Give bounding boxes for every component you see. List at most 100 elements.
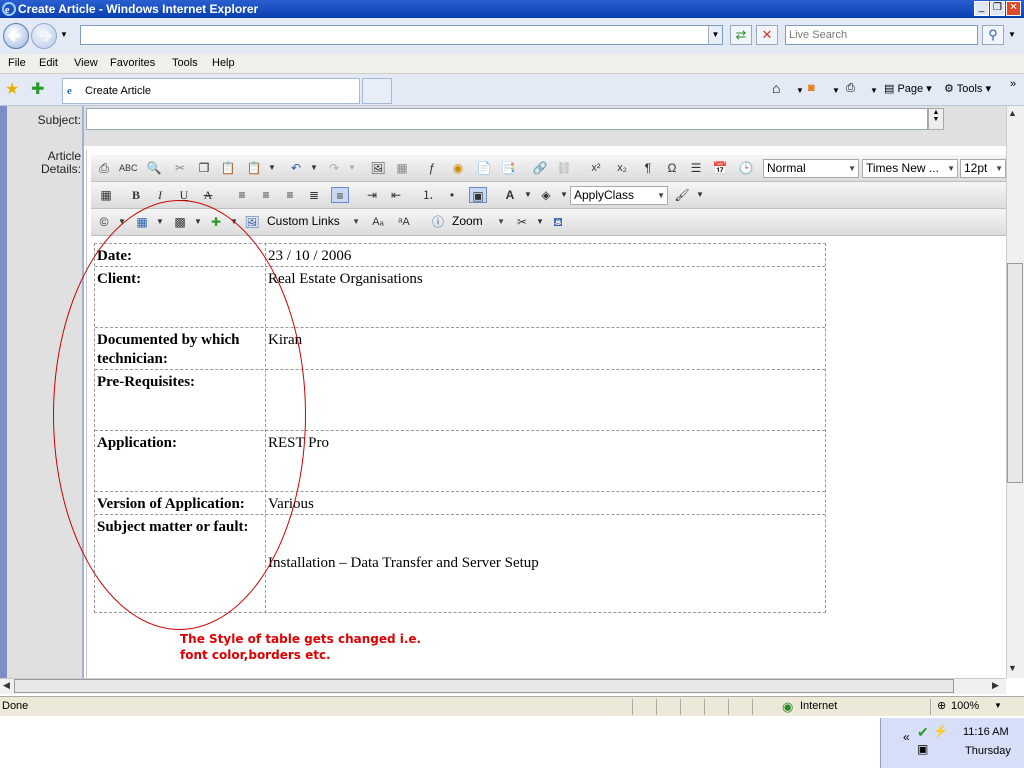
format-stripper-icon[interactable]: 🖌	[673, 187, 691, 203]
back-button[interactable]	[3, 23, 29, 49]
print-dropdown-icon[interactable]: ▼	[870, 86, 878, 95]
help-icon[interactable]: ⓘ	[429, 214, 447, 230]
outdent-icon[interactable]: ⇤	[387, 187, 405, 203]
undo-icon[interactable]: ↶	[287, 160, 305, 176]
insert-date-icon[interactable]: 📅	[711, 160, 729, 176]
menu-edit[interactable]: Edit	[39, 57, 58, 69]
history-dropdown-icon[interactable]: ▼	[60, 30, 68, 39]
tab-create-article[interactable]: e Create Article	[62, 78, 360, 104]
insert-paragraph-icon[interactable]: ¶	[639, 160, 657, 176]
chevron-more-icon[interactable]: »	[1010, 78, 1016, 90]
scroll-up-icon[interactable]: ▲	[1008, 108, 1017, 118]
zoom-level[interactable]: 100%	[951, 700, 979, 712]
home-dropdown-icon[interactable]: ▼	[796, 86, 804, 95]
redo-icon[interactable]: ↷	[325, 160, 343, 176]
font-name-dropdown[interactable]: Times New ... ▼	[862, 159, 958, 178]
print-icon[interactable]: ⎙	[846, 82, 855, 95]
paragraph-style-dropdown[interactable]: Normal ▼	[763, 159, 859, 178]
scroll-down-icon[interactable]: ▼	[1008, 663, 1017, 673]
zoom-dropdown[interactable]: Zoom ▼	[449, 213, 507, 232]
menu-view[interactable]: View	[74, 57, 98, 69]
minimize-button[interactable]: _	[974, 1, 989, 16]
menu-help[interactable]: Help	[212, 57, 235, 69]
find-icon[interactable]: 🔍	[145, 160, 163, 176]
custom-links-icon[interactable]: 🖼	[243, 214, 261, 230]
back-color-icon[interactable]: ◈	[537, 187, 555, 203]
bulleted-list-icon[interactable]: •	[443, 187, 461, 203]
tray-expand-icon[interactable]: «	[903, 730, 910, 744]
insert-image-icon[interactable]: ▣	[469, 187, 487, 203]
row-value-application[interactable]: REST Pro	[268, 434, 823, 453]
scroll-left-icon[interactable]: ◀	[3, 680, 10, 691]
strikethrough-button[interactable]: A	[199, 187, 217, 203]
apply-class-dropdown[interactable]: ApplyClass ▼	[570, 186, 668, 205]
custom-links-dropdown[interactable]: Custom Links ▼	[264, 213, 362, 232]
security-shield-icon[interactable]: ✔	[917, 724, 929, 741]
undo-dropdown-icon[interactable]: ▼	[305, 160, 323, 176]
favorites-star-icon[interactable]: ★	[5, 79, 19, 99]
spellcheck-icon[interactable]: ABC	[119, 160, 138, 176]
forward-button[interactable]	[31, 23, 57, 49]
module-manager-icon[interactable]: ✂	[513, 214, 531, 230]
zoom-dropdown-icon[interactable]: ▼	[994, 701, 1002, 710]
align-right-icon[interactable]: ≡	[281, 187, 299, 203]
bold-button[interactable]: B	[127, 187, 145, 203]
feeds-dropdown-icon[interactable]: ▼	[832, 86, 840, 95]
search-input[interactable]: Live Search	[785, 25, 978, 45]
network-icon[interactable]: ⚡	[933, 724, 948, 738]
align-center-icon[interactable]: ≡	[257, 187, 275, 203]
template-manager-icon[interactable]: 📑	[499, 160, 517, 176]
page-menu-button[interactable]: ▤ Page ▾	[884, 82, 932, 95]
module-dropdown-icon[interactable]: ▼	[531, 214, 549, 230]
image-map-icon[interactable]: ▦	[393, 160, 411, 176]
display-icon[interactable]: ▣	[917, 742, 928, 756]
add-favorite-icon[interactable]: ✚	[31, 79, 44, 99]
new-tab-button[interactable]	[362, 78, 392, 104]
stop-button[interactable]: ✕	[756, 25, 778, 45]
copy-icon[interactable]: ❐	[195, 160, 213, 176]
hyperlink-icon[interactable]: 🔗	[531, 160, 549, 176]
convert-to-upper-icon[interactable]: Aₐ	[369, 214, 387, 230]
select-all-icon[interactable]: ▦	[97, 187, 115, 203]
refresh-button[interactable]: ⇄	[730, 25, 752, 45]
tools-menu-button[interactable]: ⚙ Tools ▾	[944, 82, 991, 95]
vertical-scroll-thumb[interactable]	[1007, 263, 1023, 483]
fore-color-icon[interactable]: A	[501, 187, 519, 203]
align-left-icon[interactable]: ≡	[233, 187, 251, 203]
redo-dropdown-icon[interactable]: ▼	[343, 160, 361, 176]
superscript-icon[interactable]: x²	[587, 160, 605, 176]
search-icon[interactable]: ⚲	[982, 25, 1004, 45]
image-manager-icon[interactable]: 🖼	[369, 160, 387, 176]
insert-list-icon[interactable]: ☰	[687, 160, 705, 176]
search-options-icon[interactable]: ▼	[1008, 30, 1016, 39]
format-stripper-dropdown-icon[interactable]: ▼	[691, 187, 709, 203]
numbered-list-icon[interactable]: ⒈	[419, 187, 437, 203]
zoom-icon[interactable]: ⊕	[937, 699, 946, 712]
restore-button[interactable]: ❐	[990, 1, 1005, 16]
paste-icon[interactable]: 📋	[219, 160, 237, 176]
paste-special-icon[interactable]: 📋	[245, 160, 263, 176]
address-dropdown-icon[interactable]: ▼	[708, 26, 722, 44]
address-bar-input[interactable]: ▼	[80, 25, 723, 45]
insert-symbol-icon[interactable]: Ω	[663, 160, 681, 176]
indent-icon[interactable]: ⇥	[363, 187, 381, 203]
justify-icon[interactable]: ≣	[305, 187, 323, 203]
cut-icon[interactable]: ✂	[171, 160, 189, 176]
toggle-screen-icon[interactable]: ⛾	[549, 214, 567, 230]
close-window-button[interactable]: ✕	[1006, 1, 1021, 16]
row-value-subject-matter[interactable]: Installation – Data Transfer and Server …	[268, 554, 823, 573]
feeds-icon[interactable]: ◙	[808, 82, 815, 94]
row-value-date[interactable]: 23 / 10 / 2006	[268, 247, 823, 266]
insert-time-icon[interactable]: 🕒	[737, 160, 755, 176]
fore-color-dropdown-icon[interactable]: ▼	[519, 187, 537, 203]
menu-file[interactable]: File	[8, 57, 26, 69]
menu-favorites[interactable]: Favorites	[110, 57, 155, 69]
media-manager-icon[interactable]: ◉	[449, 160, 467, 176]
home-icon[interactable]: ⌂	[772, 80, 780, 96]
paste-dropdown-icon[interactable]: ▼	[263, 160, 281, 176]
row-value-technician[interactable]: Kiran	[268, 331, 823, 350]
font-size-dropdown[interactable]: 12pt ▼	[960, 159, 1006, 178]
horizontal-scroll-thumb[interactable]	[14, 679, 954, 693]
remove-alignment-icon[interactable]: ≡	[331, 187, 349, 203]
remove-link-icon[interactable]: ⛓	[555, 160, 573, 176]
